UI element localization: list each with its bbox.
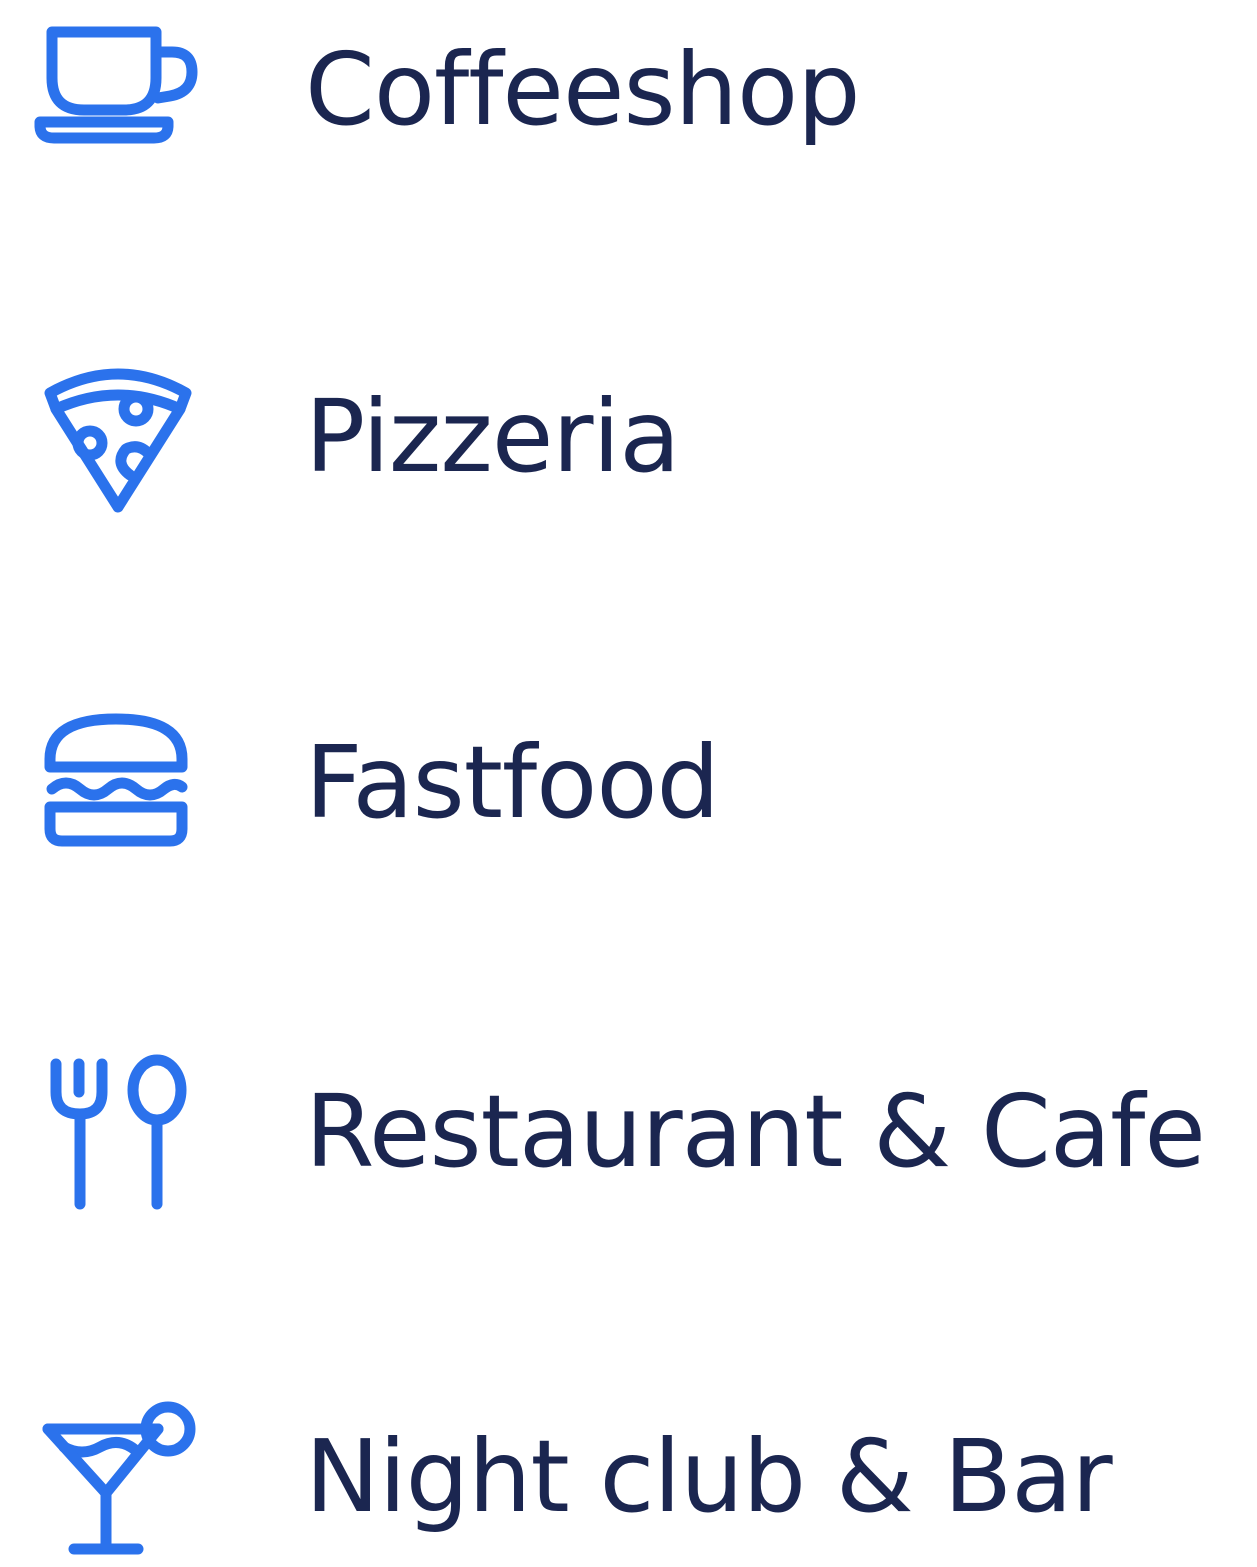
category-label: Fastfood [305, 724, 720, 841]
category-item-pizzeria[interactable]: Pizzeria [0, 347, 1257, 527]
category-label: Coffeeshop [305, 31, 861, 148]
category-item-coffeeshop[interactable]: Coffeeshop [0, 0, 1257, 180]
pizza-slice-icon [30, 357, 200, 517]
burger-icon [30, 703, 200, 863]
fork-spoon-icon [30, 1052, 200, 1212]
category-label: Restaurant & Cafe [305, 1073, 1206, 1190]
category-item-restaurant-cafe[interactable]: Restaurant & Cafe [0, 1042, 1257, 1222]
category-item-night-club-bar[interactable]: Night club & Bar [0, 1387, 1257, 1567]
category-list: Coffeeshop Pizzeria Fastfood Restaurant … [0, 0, 1257, 1555]
cocktail-icon [30, 1397, 200, 1557]
category-label: Pizzeria [305, 378, 681, 495]
coffee-cup-icon [30, 10, 200, 170]
category-label: Night club & Bar [305, 1418, 1113, 1535]
category-item-fastfood[interactable]: Fastfood [0, 693, 1257, 873]
